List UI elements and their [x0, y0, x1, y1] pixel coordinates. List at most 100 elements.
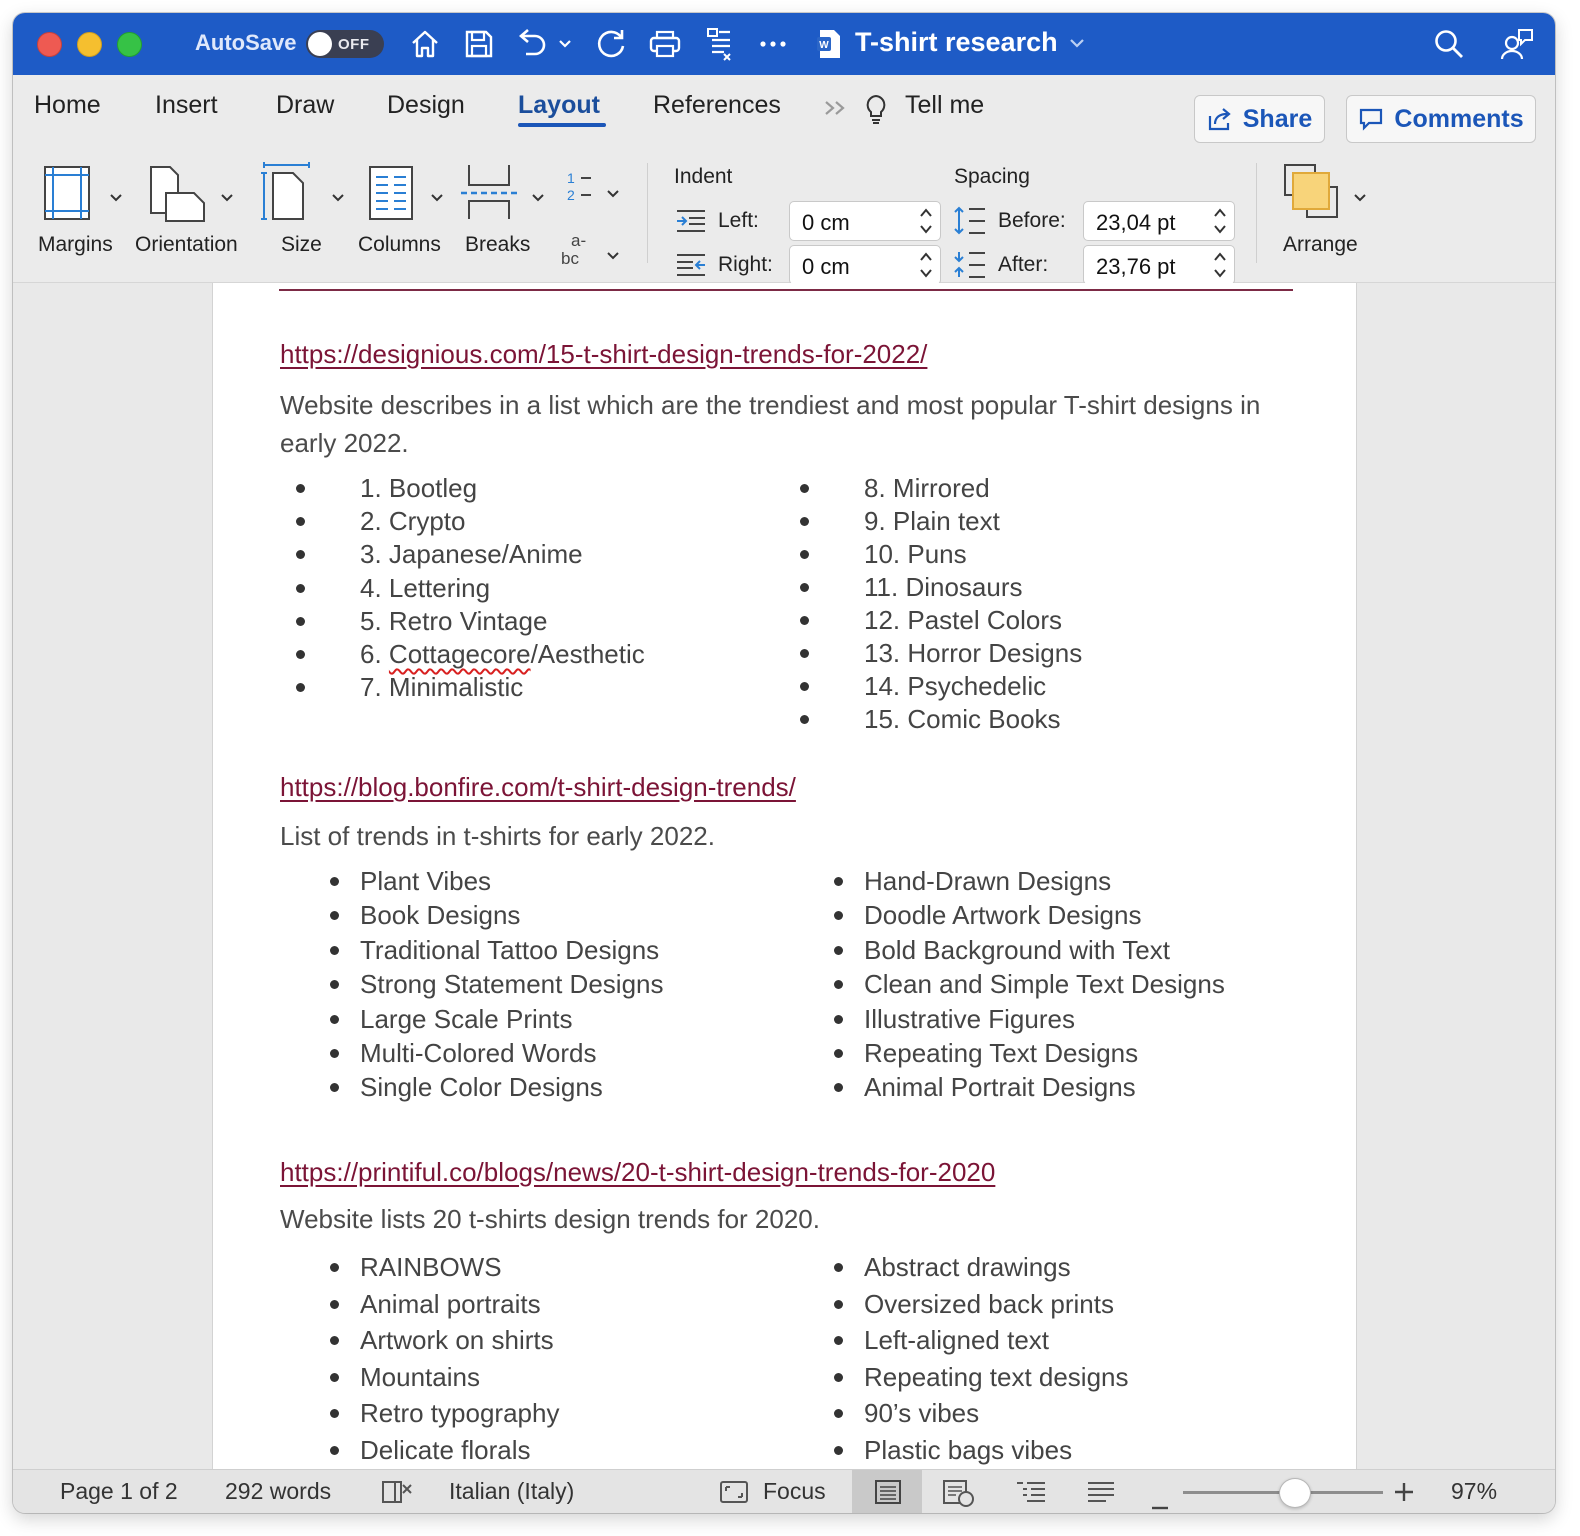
- source-link-designious[interactable]: https://designious.com/15-t-shirt-design…: [280, 339, 927, 370]
- zoom-window-button[interactable]: [117, 32, 142, 57]
- tab-design[interactable]: Design: [387, 91, 465, 120]
- indent-left-field[interactable]: 0 cm: [789, 201, 941, 241]
- list-item-text: Plant Vibes: [360, 866, 492, 896]
- line-numbers-dropdown-icon[interactable]: [606, 185, 620, 203]
- home-icon[interactable]: [407, 26, 443, 62]
- tab-draw[interactable]: Draw: [276, 91, 334, 120]
- word-doc-icon: W: [811, 26, 847, 62]
- tab-insert[interactable]: Insert: [155, 91, 218, 120]
- search-icon[interactable]: [1431, 26, 1467, 62]
- overflow-chevrons-icon[interactable]: [823, 99, 849, 122]
- layout-ribbon: Margins Orientation Size Columns Breaks …: [13, 143, 1555, 285]
- columns-dropdown-icon[interactable]: [430, 189, 444, 207]
- bullet-icon: [330, 1299, 339, 1309]
- redo-icon[interactable]: [593, 26, 629, 62]
- zoom-out-icon[interactable]: [1151, 1489, 1169, 1513]
- list-item-text: Left-aligned text: [864, 1325, 1050, 1356]
- list-item-text: 7. Minimalistic: [360, 672, 524, 703]
- spacing-before-label: Before:: [998, 209, 1066, 232]
- outline-icon[interactable]: [701, 26, 737, 62]
- focus-icon[interactable]: [719, 1480, 749, 1510]
- draft-view-icon[interactable]: [1086, 1481, 1116, 1509]
- save-icon[interactable]: [461, 26, 497, 62]
- columns-icon[interactable]: [368, 165, 414, 226]
- tab-home[interactable]: Home: [34, 91, 101, 120]
- list-item-text: Bold Background with Text: [864, 934, 1170, 965]
- status-bar: Page 1 of 2 292 words Italian (Italy) Fo…: [13, 1469, 1555, 1513]
- breaks-label[interactable]: Breaks: [465, 233, 530, 257]
- language-status[interactable]: Italian (Italy): [449, 1478, 574, 1505]
- print-icon[interactable]: [647, 26, 683, 62]
- stepper-arrows-icon[interactable]: [919, 206, 933, 236]
- bullet-icon: [834, 1049, 843, 1058]
- document-title[interactable]: T-shirt research: [855, 27, 1058, 58]
- breaks-dropdown-icon[interactable]: [531, 189, 545, 207]
- bullet-icon: [296, 517, 305, 527]
- size-dropdown-icon[interactable]: [331, 189, 345, 207]
- margins-icon[interactable]: [43, 165, 91, 226]
- tab-layout[interactable]: Layout: [518, 91, 600, 120]
- focus-mode-button[interactable]: Focus: [763, 1478, 826, 1505]
- list-item-text: Traditional Tattoo Designs: [360, 934, 660, 965]
- word-window: AutoSave OFF W T-shirt research Home Ins…: [13, 13, 1555, 1513]
- orientation-dropdown-icon[interactable]: [220, 189, 234, 207]
- spacing-before-field[interactable]: 23,04 pt: [1083, 201, 1235, 241]
- arrange-icon[interactable]: [1283, 163, 1341, 226]
- size-label[interactable]: Size: [281, 233, 322, 257]
- line-numbers-icon[interactable]: 12: [565, 169, 595, 208]
- minimize-window-button[interactable]: [77, 32, 102, 57]
- size-icon[interactable]: [261, 161, 313, 228]
- margins-label[interactable]: Margins: [38, 233, 113, 257]
- comment-icon: [1360, 108, 1383, 131]
- ribbon-divider: [1256, 163, 1257, 263]
- list-item-text: Repeating text designs: [864, 1361, 1129, 1392]
- source-link-printiful[interactable]: https://printiful.co/blogs/news/20-t-shi…: [280, 1157, 995, 1188]
- undo-icon[interactable]: [515, 26, 551, 62]
- print-layout-view-icon[interactable]: [874, 1479, 902, 1511]
- section-divider: [279, 289, 1293, 291]
- margins-dropdown-icon[interactable]: [109, 189, 123, 207]
- list-item-text: 1. Bootleg: [360, 473, 478, 503]
- spacing-after-field[interactable]: 23,76 pt: [1083, 245, 1235, 285]
- bullet-icon: [800, 583, 809, 592]
- orientation-label[interactable]: Orientation: [135, 233, 238, 257]
- bullet-icon: [834, 980, 843, 990]
- more-icon[interactable]: [755, 26, 791, 62]
- tell-me-search[interactable]: Tell me: [905, 91, 984, 120]
- hyphenation-dropdown-icon[interactable]: [606, 247, 620, 265]
- zoom-percentage[interactable]: 97%: [1451, 1478, 1497, 1505]
- arrange-label[interactable]: Arrange: [1283, 233, 1358, 257]
- stepper-arrows-icon[interactable]: [1213, 250, 1227, 280]
- tab-references[interactable]: References: [653, 91, 781, 120]
- page-count[interactable]: Page 1 of 2: [60, 1478, 178, 1505]
- breaks-icon[interactable]: [459, 163, 519, 226]
- share-button[interactable]: Share: [1194, 95, 1325, 143]
- zoom-slider-knob[interactable]: [1279, 1478, 1311, 1508]
- hyphenation-icon[interactable]: a-bc: [561, 231, 593, 272]
- document-canvas[interactable]: https://designious.com/15-t-shirt-design…: [13, 283, 1555, 1469]
- stepper-arrows-icon[interactable]: [919, 250, 933, 280]
- lightbulb-icon[interactable]: [864, 93, 888, 130]
- proofing-icon[interactable]: [381, 1479, 415, 1511]
- chevron-down-icon[interactable]: [1069, 35, 1085, 53]
- document-page[interactable]: https://designious.com/15-t-shirt-design…: [212, 283, 1357, 1469]
- list-item-text: Strong Statement Designs: [360, 969, 664, 1000]
- web-layout-view-icon[interactable]: [942, 1479, 976, 1513]
- indent-right-field[interactable]: 0 cm: [789, 245, 941, 285]
- source-link-bonfire[interactable]: https://blog.bonfire.com/t-shirt-design-…: [280, 772, 796, 803]
- word-count[interactable]: 292 words: [225, 1478, 331, 1505]
- stepper-arrows-icon[interactable]: [1213, 206, 1227, 236]
- spelling-error[interactable]: Cottagecore: [389, 639, 531, 669]
- close-window-button[interactable]: [37, 32, 62, 57]
- arrange-dropdown-icon[interactable]: [1353, 189, 1367, 207]
- columns-label[interactable]: Columns: [358, 233, 441, 257]
- share-people-icon[interactable]: [1499, 26, 1535, 62]
- list-item-text: 9. Plain text: [864, 506, 1000, 536]
- zoom-in-icon[interactable]: [1394, 1481, 1414, 1508]
- undo-dropdown-icon[interactable]: [553, 26, 577, 62]
- orientation-icon[interactable]: [148, 165, 208, 228]
- outline-view-icon[interactable]: [1015, 1480, 1047, 1510]
- indent-left-value: 0 cm: [802, 210, 850, 235]
- autosave-toggle[interactable]: OFF: [306, 30, 384, 58]
- comments-button[interactable]: Comments: [1346, 95, 1536, 143]
